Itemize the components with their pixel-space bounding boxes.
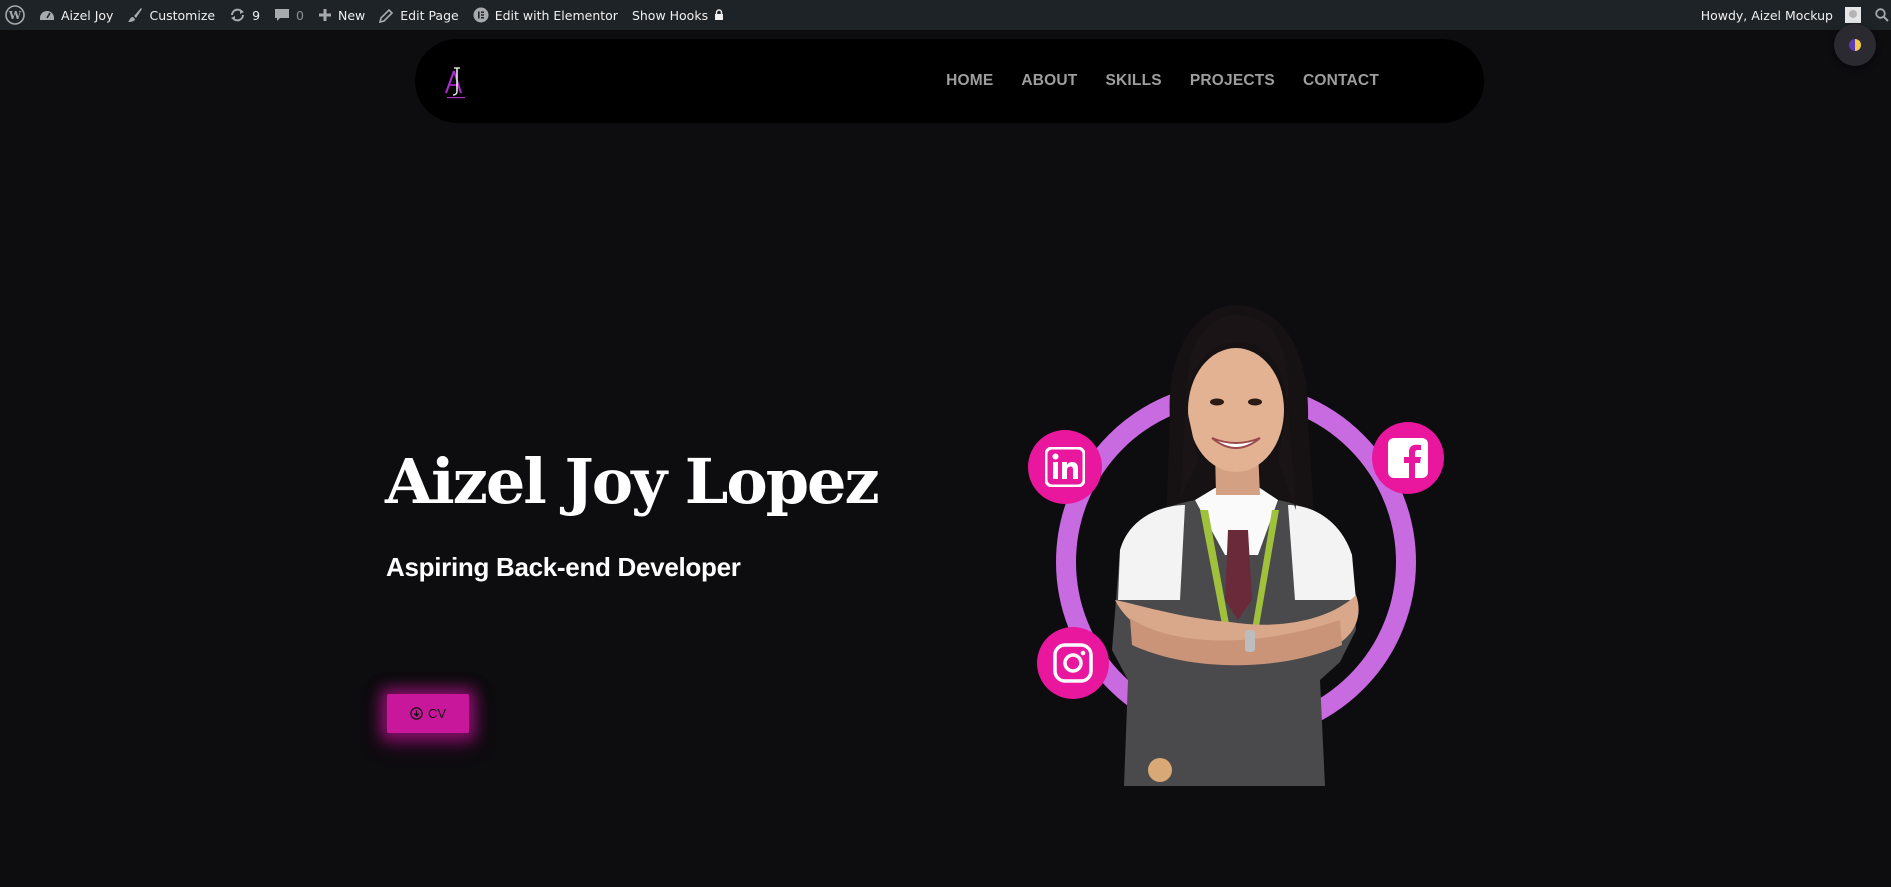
customize-label: Customize	[149, 7, 216, 23]
download-cv-button[interactable]: CV	[387, 694, 469, 733]
nav-about[interactable]: ABOUT	[1021, 72, 1077, 90]
plus-icon	[319, 9, 331, 21]
hero-role-subtitle: Aspiring Back-end Developer	[386, 552, 741, 582]
dashboard-icon	[40, 11, 54, 20]
updates-link[interactable]: 9	[222, 0, 267, 30]
customize-link[interactable]: Customize	[120, 0, 222, 30]
theme-toggle-icon	[1849, 39, 1861, 51]
nav-skills[interactable]: SKILLS	[1105, 72, 1161, 90]
edit-page-link[interactable]: Edit Page	[372, 0, 465, 30]
edit-page-label: Edit Page	[400, 7, 459, 23]
wordpress-menu[interactable]: W	[0, 0, 32, 30]
svg-text:W: W	[8, 9, 22, 22]
howdy-label: Howdy, Aizel Mockup	[1700, 7, 1833, 23]
primary-menu: HOME ABOUT SKILLS PROJECTS CONTACT	[946, 39, 1379, 123]
edit-elementor-label: Edit with Elementor	[494, 7, 618, 23]
cv-label: CV	[427, 706, 447, 721]
download-icon	[410, 707, 423, 720]
theme-toggle-button[interactable]	[1834, 24, 1876, 66]
instagram-link[interactable]	[1037, 627, 1109, 699]
nav-contact[interactable]: CONTACT	[1303, 72, 1379, 90]
new-label: New	[338, 7, 366, 23]
search-icon	[1875, 8, 1889, 22]
wordpress-icon: W	[5, 5, 25, 25]
admin-search[interactable]	[1868, 0, 1891, 30]
updates-count: 9	[252, 7, 261, 23]
wp-admin-bar: W Aizel Joy Customize 9 0 New Edit Page …	[0, 0, 1891, 30]
comments-count: 0	[296, 7, 304, 23]
nav-projects[interactable]: PROJECTS	[1190, 72, 1275, 90]
facebook-icon	[1388, 438, 1428, 478]
comments-link[interactable]: 0	[267, 0, 311, 30]
site-name-link[interactable]: Aizel Joy	[32, 0, 120, 30]
avatar	[1845, 7, 1861, 23]
pencil-icon	[379, 8, 394, 23]
user-account-menu[interactable]: Howdy, Aizel Mockup	[1694, 0, 1868, 30]
updates-icon	[231, 8, 245, 22]
edit-elementor-link[interactable]: Edit with Elementor	[466, 0, 625, 30]
hero-name-heading: Aizel Joy Lopez	[385, 445, 880, 518]
nav-home[interactable]: HOME	[946, 72, 993, 90]
linkedin-icon	[1045, 447, 1085, 487]
linkedin-link[interactable]	[1028, 430, 1102, 504]
facebook-link[interactable]	[1372, 422, 1444, 494]
site-logo[interactable]	[443, 65, 469, 101]
site-name-label: Aizel Joy	[61, 7, 114, 23]
show-hooks-label: Show Hooks	[631, 7, 709, 23]
lock-icon	[715, 9, 724, 20]
profile-portrait	[1056, 305, 1416, 786]
elementor-icon	[473, 7, 489, 23]
new-content-link[interactable]: New	[311, 0, 372, 30]
show-hooks-link[interactable]: Show Hooks	[625, 0, 731, 30]
instagram-icon	[1053, 643, 1093, 683]
brush-icon	[128, 8, 143, 22]
comment-icon	[275, 9, 290, 21]
main-navigation: HOME ABOUT SKILLS PROJECTS CONTACT	[415, 39, 1484, 123]
